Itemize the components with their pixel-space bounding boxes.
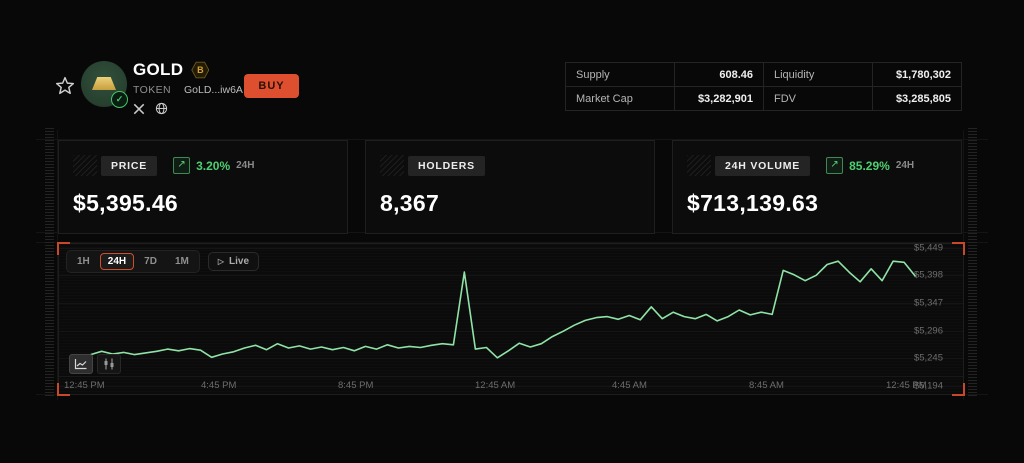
volume-change-period: 24H xyxy=(896,160,914,171)
range-button-24h[interactable]: 24H xyxy=(100,253,134,270)
x-twitter-icon[interactable] xyxy=(133,103,145,115)
price-card: PRICE ↗ 3.20% 24H $5,395.46 xyxy=(58,140,348,234)
range-button-1m[interactable]: 1M xyxy=(167,253,197,270)
stat-value-supply: 608.46 xyxy=(675,63,764,87)
stat-value-marketcap: $3,282,901 xyxy=(675,87,764,111)
volume-card: 24H VOLUME ↗ 85.29% 24H $713,139.63 xyxy=(672,140,962,234)
favorite-star-icon[interactable] xyxy=(55,76,75,96)
hexagon-badge-icon: B xyxy=(191,61,209,79)
token-avatar: ✓ xyxy=(81,61,127,107)
buy-button[interactable]: BUY xyxy=(244,74,299,98)
line-chart-type-icon[interactable] xyxy=(69,354,93,374)
stat-label-liquidity: Liquidity xyxy=(764,63,873,87)
range-button-7d[interactable]: 7D xyxy=(136,253,165,270)
price-value: $5,395.46 xyxy=(73,190,347,217)
token-type-label: TOKEN xyxy=(133,84,171,96)
website-globe-icon[interactable] xyxy=(155,102,168,115)
holders-value: 8,367 xyxy=(380,190,654,217)
hatch-decoration xyxy=(73,155,97,176)
time-range-group: 1H 24H 7D 1M xyxy=(66,250,200,273)
gold-bar-icon xyxy=(92,77,116,90)
token-title: GOLD xyxy=(133,60,183,80)
arrow-up-right-icon: ↗ xyxy=(826,157,843,174)
candlestick-chart-type-icon[interactable] xyxy=(97,354,121,374)
price-change-period: 24H xyxy=(236,160,254,171)
hatch-decoration xyxy=(380,155,404,176)
live-button[interactable]: ▷ Live xyxy=(208,252,259,271)
table-row: Supply 608.46 Liquidity $1,780,302 xyxy=(566,63,962,87)
token-title-block: GOLD B TOKEN GoLD...iw6A xyxy=(133,60,260,115)
stat-value-liquidity: $1,780,302 xyxy=(873,63,962,87)
price-change-percent: 3.20% xyxy=(196,159,230,173)
stat-value-fdv: $3,285,805 xyxy=(873,87,962,111)
table-row: Market Cap $3,282,901 FDV $3,285,805 xyxy=(566,87,962,111)
stat-label-fdv: FDV xyxy=(764,87,873,111)
chart-type-group xyxy=(69,354,121,374)
badge-letter: B xyxy=(192,62,208,78)
volume-value: $713,139.63 xyxy=(687,190,961,217)
price-card-label: PRICE xyxy=(101,156,157,176)
arrow-up-right-icon: ↗ xyxy=(173,157,190,174)
token-stats-table: Supply 608.46 Liquidity $1,780,302 Marke… xyxy=(565,62,962,111)
left-hatch-decoration xyxy=(45,128,54,396)
stat-label-supply: Supply xyxy=(566,63,675,87)
token-dashboard: ✓ GOLD B TOKEN GoLD...iw6A xyxy=(0,0,1024,463)
hatch-decoration xyxy=(687,155,711,176)
price-chart-panel: 1H 24H 7D 1M ▷ Live $5,449$5,398$5,347$5… xyxy=(58,243,964,395)
stat-label-marketcap: Market Cap xyxy=(566,87,675,111)
range-button-1h[interactable]: 1H xyxy=(69,253,98,270)
right-hatch-decoration xyxy=(968,128,977,396)
token-address: GoLD...iw6A xyxy=(184,84,243,96)
price-line xyxy=(91,261,915,358)
verified-check-icon: ✓ xyxy=(111,91,128,108)
holders-card-label: HOLDERS xyxy=(408,156,485,176)
volume-change-percent: 85.29% xyxy=(849,159,890,173)
chart-toolbar: 1H 24H 7D 1M ▷ Live xyxy=(66,250,259,273)
live-label: Live xyxy=(229,256,249,267)
volume-card-label: 24H VOLUME xyxy=(715,156,810,176)
play-icon: ▷ xyxy=(218,257,224,266)
holders-card: HOLDERS 8,367 xyxy=(365,140,655,234)
